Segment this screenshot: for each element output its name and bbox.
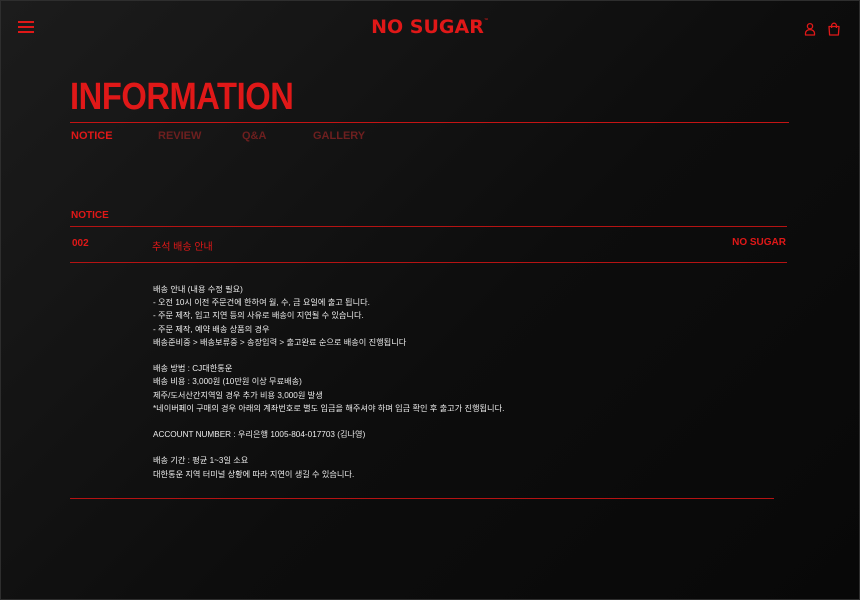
logo-text: NO SUGAR [371,16,484,38]
post-body-line: *네이버페이 구매의 경우 아래의 계좌번호로 별도 입금을 해주셔야 하며 입… [153,403,505,413]
post-number: 002 [72,238,89,249]
post-body-line: 대한통운 지역 터미널 상황에 따라 지연이 생길 수 있습니다. [153,469,355,479]
page-title: INFORMATION [70,76,294,118]
post-body-spacer [153,349,504,362]
post-body-line: 배송 기간 : 평균 1~3일 소요 [153,456,249,466]
post-body-line: 배송준비중 > 배송보류중 > 송장입력 > 출고완료 순으로 배송이 진행됩니… [153,337,407,347]
post-body: 배송 안내 (내용 수정 필요) - 오전 10시 이전 주문건에 한하여 월,… [153,283,504,481]
post-author: NO SUGAR [732,237,786,248]
title-divider [70,122,789,123]
post-bottom-divider [70,498,774,499]
tab-review[interactable]: REVIEW [158,130,201,142]
tab-qa[interactable]: Q&A [242,130,266,142]
post-body-line: - 주문 제작, 예약 배송 상품의 경우 [153,324,270,334]
post-body-line: 배송 비용 : 3,000원 (10만원 이상 무료배송) [153,377,302,387]
post-body-spacer [153,415,504,428]
post-body-line: 배송 안내 (내용 수정 필요) [153,285,243,294]
post-divider [70,262,787,263]
post-body-line: 제주/도서산간지역일 경우 추가 비용 3,000원 발생 [153,390,323,400]
post-body-line: - 주문 제작, 입고 지연 등의 사유로 배송이 지연될 수 있습니다. [153,311,364,321]
post-subject[interactable]: 추석 배송 안내 [152,238,213,253]
cart-icon[interactable] [827,22,841,36]
tab-notice[interactable]: NOTICE [71,130,113,142]
site-logo[interactable]: NO SUGAR™ [0,16,860,38]
section-label: NOTICE [71,210,109,221]
post-body-spacer [153,441,504,454]
site-header: NO SUGAR™ [0,0,860,58]
post-body-line: 배송 방법 : CJ대한통운 [153,364,233,374]
logo-trademark: ™ [483,18,489,24]
post-row[interactable]: 002 추석 배송 안내 NO SUGAR [70,227,787,262]
post-body-line: ACCOUNT NUMBER : 우리은행 1005-804-017703 (김… [153,430,366,440]
post-body-line: - 오전 10시 이전 주문건에 한하여 월, 수, 금 요일에 출고 됩니다. [153,298,370,308]
user-icon[interactable] [803,22,817,36]
tab-gallery[interactable]: GALLERY [313,130,365,142]
